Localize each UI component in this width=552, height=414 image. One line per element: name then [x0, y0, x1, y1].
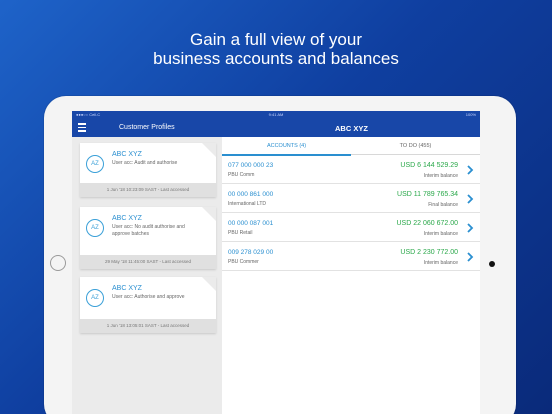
sidebar-title: Customer Profiles: [119, 124, 175, 131]
account-number: 00 000 861 000: [228, 191, 274, 198]
account-number: 00 000 087 001: [228, 220, 274, 227]
balance-type: Interim balance: [423, 260, 458, 266]
headline-line-2: business accounts and balances: [153, 49, 399, 68]
balance-type: Final balance: [428, 202, 458, 208]
camera-dot: [489, 261, 495, 267]
account-name: International LTD: [228, 201, 266, 207]
profile-name: ABC XYZ: [112, 215, 142, 222]
account-balance: USD 11 789 765.34: [397, 191, 458, 198]
chevron-right-icon[interactable]: [466, 223, 474, 233]
promo-headline: Gain a full view of your business accoun…: [0, 30, 552, 68]
balance-type: Interim balance: [423, 173, 458, 179]
profile-card[interactable]: AZ ABC XYZ User acc: No audit authorise …: [80, 207, 216, 269]
account-balance: USD 22 060 672.00: [396, 220, 459, 227]
account-row[interactable]: 009 278 029 00 PBU Commer USD 2 230 772.…: [222, 243, 480, 271]
profile-description: User acc: No audit authorise and approve…: [112, 224, 185, 237]
last-accessed: 1 Jun '18 13:05:01 SAST - Last accessed: [80, 319, 216, 333]
account-name: PBU Retail: [228, 230, 253, 236]
profile-description: User acc: Authorise and approve: [112, 294, 185, 300]
avatar: AZ: [86, 289, 104, 307]
balance-type: Interim balance: [423, 231, 458, 237]
chevron-right-icon[interactable]: [466, 165, 474, 175]
app-screen: ●●●○○ Cell-C 9:41 AM 100% Customer Profi…: [72, 111, 480, 414]
chevron-right-icon[interactable]: [466, 252, 474, 262]
avatar: AZ: [86, 155, 104, 173]
tab-to-do[interactable]: TO DO (455): [351, 137, 480, 155]
tab-bar: ACCOUNTS (4) TO DO (455): [222, 137, 480, 156]
account-row[interactable]: 077 000 000 23 PBU Comm USD 6 144 529.29…: [222, 156, 480, 184]
account-balance: USD 2 230 772.00: [400, 249, 458, 256]
nav-bar: Customer Profiles ABC XYZ: [72, 119, 480, 137]
account-number: 009 278 029 00: [228, 249, 274, 256]
profile-card[interactable]: AZ ABC XYZ User acc: Audit and authorise…: [80, 143, 216, 197]
page-title: ABC XYZ: [335, 124, 368, 133]
account-row[interactable]: 00 000 861 000 International LTD USD 11 …: [222, 185, 480, 213]
last-accessed: 1 Jun '18 10:23:09 SAST - Last accessed: [80, 183, 216, 197]
tab-accounts[interactable]: ACCOUNTS (4): [222, 137, 351, 156]
customer-profiles-sidebar: AZ ABC XYZ User acc: Audit and authorise…: [72, 137, 222, 414]
hamburger-menu-icon[interactable]: [78, 123, 86, 132]
account-number: 077 000 000 23: [228, 162, 274, 169]
profile-name: ABC XYZ: [112, 151, 142, 158]
account-name: PBU Commer: [228, 259, 259, 265]
status-time: 9:41 AM: [268, 112, 284, 117]
profile-description: User acc: Audit and authorise: [112, 160, 178, 166]
account-name: PBU Comm: [228, 172, 255, 178]
status-bar: ●●●○○ Cell-C 9:41 AM 100%: [72, 111, 480, 119]
profile-name: ABC XYZ: [112, 285, 142, 292]
chevron-right-icon[interactable]: [466, 194, 474, 204]
avatar: AZ: [86, 219, 104, 237]
accounts-panel: ACCOUNTS (4) TO DO (455) 077 000 000 23 …: [222, 137, 480, 414]
account-balance: USD 6 144 529.29: [400, 162, 458, 169]
battery-label: 100%: [465, 112, 476, 117]
account-row[interactable]: 00 000 087 001 PBU Retail USD 22 060 672…: [222, 214, 480, 242]
last-accessed: 29 May '18 11:45:00 SAST - Last accessed: [80, 255, 216, 269]
headline-line-1: Gain a full view of your: [190, 30, 362, 49]
profile-card[interactable]: AZ ABC XYZ User acc: Authorise and appro…: [80, 277, 216, 333]
home-button[interactable]: [50, 255, 66, 271]
